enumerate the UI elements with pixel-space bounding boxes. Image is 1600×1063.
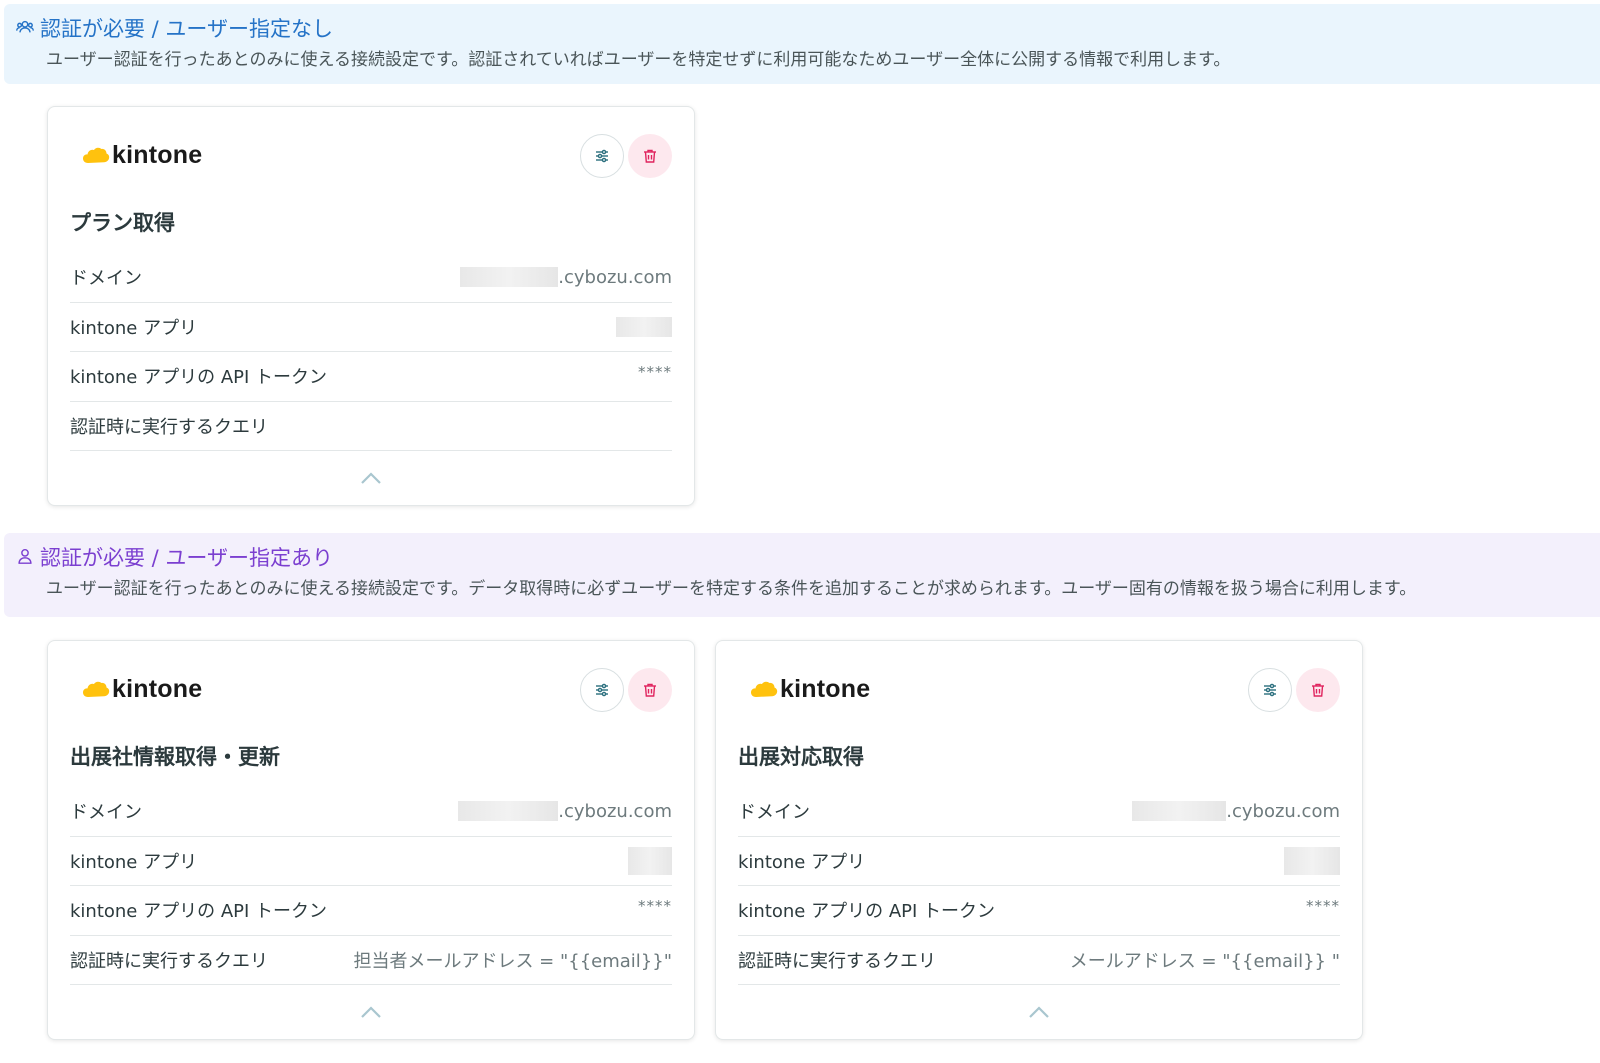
redacted-block bbox=[1284, 846, 1340, 875]
kintone-logo: kintone bbox=[82, 675, 202, 704]
app-row: kintone アプリ bbox=[738, 837, 1340, 886]
row-value: .cybozu.com bbox=[1132, 801, 1340, 822]
user-icon bbox=[16, 543, 34, 573]
trash-icon bbox=[644, 683, 656, 697]
redacted-block bbox=[458, 801, 559, 822]
card-title: 出展社情報取得・更新 bbox=[70, 745, 280, 769]
domain-row: ドメイン .cybozu.com bbox=[70, 253, 672, 303]
row-value: .cybozu.com bbox=[458, 801, 672, 822]
query-row: 認証時に実行するクエリ 担当者メールアドレス = "{{email}}" bbox=[70, 936, 672, 985]
api-token-row: kintone アプリの API トークン **** bbox=[70, 886, 672, 936]
row-label: 認証時に実行するクエリ bbox=[70, 950, 268, 972]
sliders-icon bbox=[1264, 683, 1276, 697]
row-label: ドメイン bbox=[738, 802, 810, 824]
row-value: **** bbox=[1306, 897, 1340, 916]
settings-button[interactable] bbox=[1248, 668, 1292, 712]
app-row: kintone アプリ bbox=[70, 837, 672, 886]
delete-button[interactable] bbox=[628, 668, 672, 712]
section-title: 認証が必要 / ユーザー指定あり bbox=[16, 543, 1588, 573]
row-value: メールアドレス = "{{email}} " bbox=[1069, 950, 1340, 972]
row-label: ドメイン bbox=[70, 268, 142, 290]
api-token-row: kintone アプリの API トークン **** bbox=[70, 352, 672, 402]
domain-suffix: .cybozu.com bbox=[558, 800, 672, 822]
logo-text: kintone bbox=[112, 141, 203, 169]
kintone-cloud-icon bbox=[750, 679, 778, 701]
redacted-block bbox=[460, 267, 559, 288]
connection-card: kintone プラン取得 ドメイン .cybozu.com kintone ア… bbox=[47, 106, 695, 506]
kintone-logo: kintone bbox=[750, 675, 870, 704]
row-value: 担当者メールアドレス = "{{email}}" bbox=[353, 950, 672, 972]
sliders-icon bbox=[596, 683, 608, 697]
delete-button[interactable] bbox=[628, 134, 672, 178]
logo-text: kintone bbox=[112, 675, 203, 703]
row-value: **** bbox=[638, 363, 672, 382]
row-value bbox=[628, 846, 672, 875]
row-value bbox=[1284, 846, 1340, 875]
chevron-up-icon[interactable] bbox=[360, 1005, 382, 1019]
section-title: 認証が必要 / ユーザー指定なし bbox=[16, 14, 1588, 44]
connection-card: kintone 出展社情報取得・更新 ドメイン .cybozu.com kint… bbox=[47, 640, 695, 1040]
connection-card: kintone 出展対応取得 ドメイン .cybozu.com kintone … bbox=[715, 640, 1363, 1040]
domain-row: ドメイン .cybozu.com bbox=[70, 787, 672, 837]
section-header-with-user: 認証が必要 / ユーザー指定あり ユーザー認証を行ったあとのみに使える接続設定で… bbox=[4, 533, 1600, 617]
logo-text: kintone bbox=[780, 675, 871, 703]
row-label: 認証時に実行するクエリ bbox=[70, 416, 268, 438]
section-description: ユーザー認証を行ったあとのみに使える接続設定です。認証されていればユーザーを特定… bbox=[46, 50, 1231, 70]
kintone-cloud-icon bbox=[82, 145, 110, 167]
row-label: 認証時に実行するクエリ bbox=[738, 950, 936, 972]
redacted-block bbox=[1132, 801, 1227, 822]
sliders-icon bbox=[596, 149, 608, 163]
section-header-no-user: 認証が必要 / ユーザー指定なし ユーザー認証を行ったあとのみに使える接続設定で… bbox=[4, 4, 1600, 84]
section-description: ユーザー認証を行ったあとのみに使える接続設定です。データ取得時に必ずユーザーを特… bbox=[46, 579, 1417, 599]
domain-suffix: .cybozu.com bbox=[1226, 800, 1340, 822]
row-label: kintone アプリの API トークン bbox=[738, 901, 996, 923]
api-token-row: kintone アプリの API トークン **** bbox=[738, 886, 1340, 936]
row-label: kintone アプリ bbox=[70, 317, 198, 339]
settings-button[interactable] bbox=[580, 134, 624, 178]
redacted-block bbox=[616, 316, 672, 337]
row-label: kintone アプリの API トークン bbox=[70, 901, 328, 923]
chevron-up-icon[interactable] bbox=[360, 471, 382, 485]
kintone-logo: kintone bbox=[82, 141, 202, 170]
redacted-block bbox=[628, 846, 672, 875]
card-title: プラン取得 bbox=[70, 211, 175, 235]
row-value bbox=[616, 316, 672, 337]
query-row: 認証時に実行するクエリ bbox=[70, 402, 672, 451]
section-title-text: 認証が必要 / ユーザー指定なし bbox=[40, 17, 334, 41]
row-label: ドメイン bbox=[70, 802, 142, 824]
users-icon bbox=[16, 14, 34, 44]
query-row: 認証時に実行するクエリ メールアドレス = "{{email}} " bbox=[738, 936, 1340, 985]
row-label: kintone アプリの API トークン bbox=[70, 367, 328, 389]
card-title: 出展対応取得 bbox=[738, 745, 864, 769]
kintone-cloud-icon bbox=[82, 679, 110, 701]
settings-button[interactable] bbox=[580, 668, 624, 712]
trash-icon bbox=[644, 149, 656, 163]
delete-button[interactable] bbox=[1296, 668, 1340, 712]
chevron-up-icon[interactable] bbox=[1028, 1005, 1050, 1019]
row-label: kintone アプリ bbox=[70, 851, 198, 873]
section-title-text: 認証が必要 / ユーザー指定あり bbox=[40, 546, 334, 570]
row-value: .cybozu.com bbox=[460, 267, 672, 288]
row-value: **** bbox=[638, 897, 672, 916]
app-row: kintone アプリ bbox=[70, 303, 672, 352]
domain-suffix: .cybozu.com bbox=[558, 266, 672, 288]
trash-icon bbox=[1312, 683, 1324, 697]
row-label: kintone アプリ bbox=[738, 851, 866, 873]
domain-row: ドメイン .cybozu.com bbox=[738, 787, 1340, 837]
